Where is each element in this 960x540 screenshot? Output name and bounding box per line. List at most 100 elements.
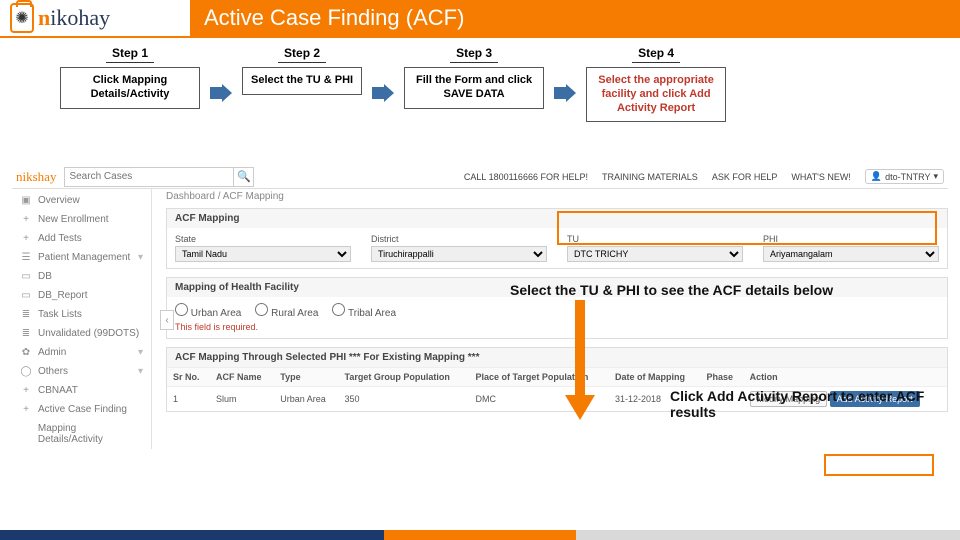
arrow-icon xyxy=(372,84,394,102)
user-icon: 👤 xyxy=(871,171,882,182)
chevron-down-icon: ▾ xyxy=(138,347,143,358)
step-label: Step 4 xyxy=(632,46,680,63)
filter-district: District Tiruchirappalli xyxy=(371,234,547,262)
col-header: Action xyxy=(744,368,947,387)
sidebar-item[interactable]: ☰Patient Management▾ xyxy=(12,248,151,267)
sidebar-icon: ▭ xyxy=(20,290,32,301)
required-msg: This field is required. xyxy=(175,322,939,332)
step-4: Step 4 Select the appropriate facility a… xyxy=(586,46,726,122)
sidebar-item[interactable]: + Active Case Finding xyxy=(12,400,151,419)
annotation-select-tu-phi: Select the TU & PHI to see the ACF detai… xyxy=(510,282,833,298)
district-select[interactable]: Tiruchirappalli xyxy=(371,246,547,262)
step-2: Step 2 Select the TU & PHI xyxy=(242,46,362,95)
cell: 350 xyxy=(339,387,470,412)
sidebar-label: DB_Report xyxy=(38,290,87,301)
sidebar-icon: + xyxy=(20,385,32,396)
sidebar-label: Add Tests xyxy=(38,233,82,244)
sidebar-item[interactable]: ≣ Task Lists xyxy=(12,305,151,324)
breadcrumb: Dashboard / ACF Mapping xyxy=(166,191,948,202)
footer-bars xyxy=(0,530,960,540)
tu-select[interactable]: DTC TRICHY xyxy=(567,246,743,262)
sidebar-item[interactable]: ▭DB xyxy=(12,267,151,286)
sidebar-icon: + xyxy=(20,233,32,244)
step-label: Step 2 xyxy=(278,46,326,63)
filter-tu: TU DTC TRICHY xyxy=(567,234,743,262)
col-header: ACF Name xyxy=(210,368,274,387)
sidebar-item[interactable]: ▣ Overview xyxy=(12,191,151,210)
step-1: Step 1 Click Mapping Details/Activity xyxy=(60,46,200,109)
step-label: Step 1 xyxy=(106,46,154,63)
sidebar-item[interactable]: ▭ DB_Report xyxy=(12,286,151,305)
sidebar-label: Task Lists xyxy=(38,309,82,320)
panel-acf-mapping: ACF Mapping State Tamil Nadu District Tiru… xyxy=(166,208,948,269)
annotation-add-activity: Click Add Activity Report to enter ACF r… xyxy=(670,388,930,420)
radio-urban[interactable]: Urban Area xyxy=(175,303,241,319)
state-select[interactable]: Tamil Nadu xyxy=(175,246,351,262)
col-header: Phase xyxy=(701,368,744,387)
col-header: Date of Mapping xyxy=(609,368,701,387)
sidebar-label: New Enrollment xyxy=(38,214,109,225)
page-title: Active Case Finding (ACF) xyxy=(190,0,960,36)
sidebar-item[interactable]: ◯Others▾ xyxy=(12,362,151,381)
step-box: Select the appropriate facility and clic… xyxy=(586,67,726,122)
steps-row: Step 1 Click Mapping Details/Activity St… xyxy=(0,38,960,128)
label: District xyxy=(371,234,547,244)
step-label: Step 3 xyxy=(450,46,498,63)
col-header: Target Group Population xyxy=(339,368,470,387)
arrow-icon xyxy=(210,84,232,102)
chevron-down-icon: ▾ xyxy=(138,366,143,377)
sidebar-item[interactable]: Mapping Details/Activity xyxy=(12,419,151,449)
sidebar-item[interactable]: + CBNAAT xyxy=(12,381,151,400)
radio-rural[interactable]: Rural Area xyxy=(255,303,318,319)
call-link[interactable]: CALL 1800116666 FOR HELP! xyxy=(464,172,588,182)
highlight-add-activity xyxy=(824,454,934,476)
search-input[interactable] xyxy=(65,171,233,182)
sidebar-label: Unvalidated (99DOTS) xyxy=(38,328,139,339)
label: PHI xyxy=(763,234,939,244)
sidebar-icon: ▣ xyxy=(20,195,32,206)
sidebar-label: Active Case Finding xyxy=(38,404,127,415)
search-icon[interactable]: 🔍 xyxy=(233,167,253,187)
radio-tribal[interactable]: Tribal Area xyxy=(332,303,396,319)
cell: Slum xyxy=(210,387,274,412)
logo: ✺ nikohay xyxy=(0,0,190,36)
label: State xyxy=(175,234,351,244)
filter-state: State Tamil Nadu xyxy=(175,234,351,262)
step-3: Step 3 Fill the Form and click SAVE DATA xyxy=(404,46,544,109)
sidebar-label: CBNAAT xyxy=(38,385,78,396)
sidebar-label: Overview xyxy=(38,195,80,206)
panel-title: ACF Mapping Through Selected PHI *** For… xyxy=(167,348,947,367)
sidebar-label: Mapping Details/Activity xyxy=(38,423,143,445)
sidebar-label: Others xyxy=(38,366,68,377)
header-links: CALL 1800116666 FOR HELP! TRAINING MATER… xyxy=(464,169,944,184)
search-box[interactable]: 🔍 xyxy=(64,167,254,187)
user-label: dto-TNTRY xyxy=(885,172,930,182)
phi-select[interactable]: Ariyamangalam xyxy=(763,246,939,262)
sidebar: ▣Overview+New Enrollment+Add Tests☰Patie… xyxy=(12,189,152,449)
sidebar-item[interactable]: ✿Admin▾ xyxy=(12,343,151,362)
sidebar-icon: ☰ xyxy=(20,252,32,263)
cell: 1 xyxy=(167,387,210,412)
phone-icon: ✺ xyxy=(10,3,34,33)
sidebar-icon: ≣ xyxy=(20,328,32,339)
col-header: Sr No. xyxy=(167,368,210,387)
panel-title: ACF Mapping xyxy=(167,209,947,228)
collapse-sidebar-button[interactable]: ‹ xyxy=(160,310,174,330)
step-box: Click Mapping Details/Activity xyxy=(60,67,200,109)
down-arrow-icon xyxy=(565,300,595,423)
sidebar-item[interactable]: ≣ Unvalidated (99DOTS) xyxy=(12,324,151,343)
training-link[interactable]: TRAINING MATERIALS xyxy=(602,172,698,182)
step-box: Fill the Form and click SAVE DATA xyxy=(404,67,544,109)
sidebar-item[interactable]: +New Enrollment xyxy=(12,210,151,229)
user-menu[interactable]: 👤dto-TNTRY ▾ xyxy=(865,169,944,184)
sidebar-icon: ≣ xyxy=(20,309,32,320)
ask-link[interactable]: ASK FOR HELP xyxy=(712,172,778,182)
sidebar-icon: ▭ xyxy=(20,271,32,282)
sidebar-icon: + xyxy=(20,404,32,415)
label: TU xyxy=(567,234,743,244)
whatsnew-link[interactable]: WHAT'S NEW! xyxy=(791,172,851,182)
sidebar-item[interactable]: + Add Tests xyxy=(12,229,151,248)
logo-text: nikohay xyxy=(38,5,110,31)
col-header: Type xyxy=(274,368,338,387)
slide-header: ✺ nikohay Active Case Finding (ACF) xyxy=(0,0,960,38)
